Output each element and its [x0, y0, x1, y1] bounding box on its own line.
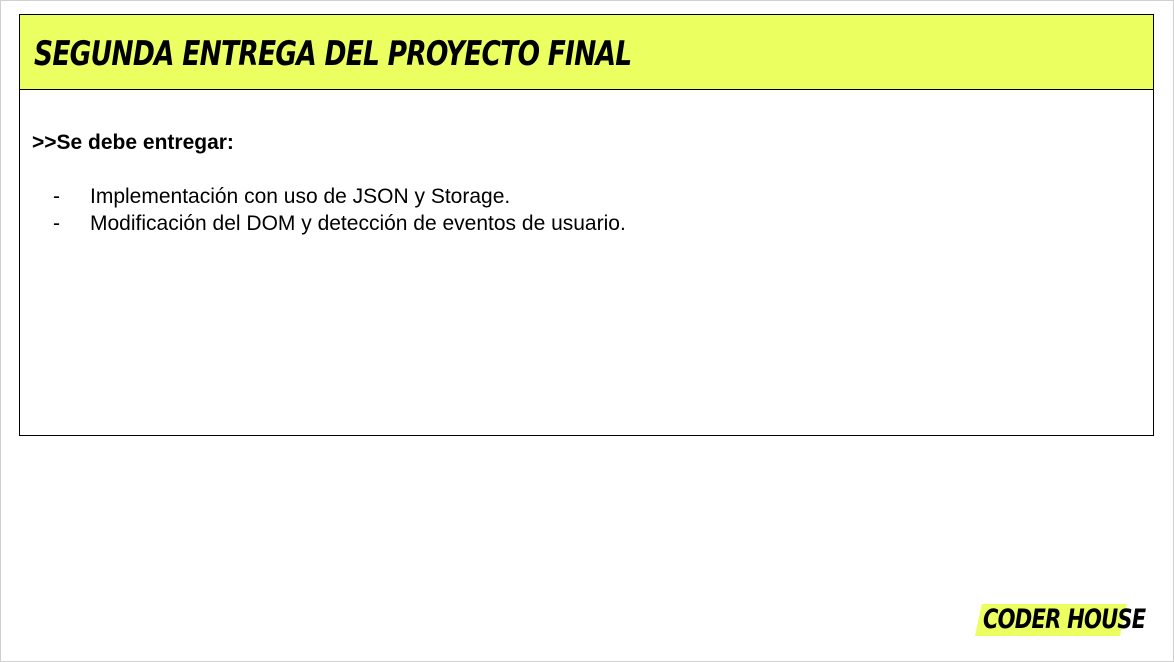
logo-text: CODER HOUSE	[983, 604, 1146, 635]
bullet-marker: -	[53, 185, 60, 208]
coder-house-logo: CODER HOUSE	[975, 604, 1146, 636]
title-band: SEGUNDA ENTREGA DEL PROYECTO FINAL	[20, 15, 1153, 90]
intro-text: >>Se debe entregar:	[32, 131, 234, 154]
content-box: SEGUNDA ENTREGA DEL PROYECTO FINAL >>Se …	[19, 14, 1154, 436]
bullet-text: Modificación del DOM y detección de even…	[90, 212, 626, 235]
slide-title: SEGUNDA ENTREGA DEL PROYECTO FINAL	[34, 34, 632, 74]
bullet-marker: -	[53, 212, 60, 235]
bullet-text: Implementación con uso de JSON y Storage…	[90, 185, 511, 208]
